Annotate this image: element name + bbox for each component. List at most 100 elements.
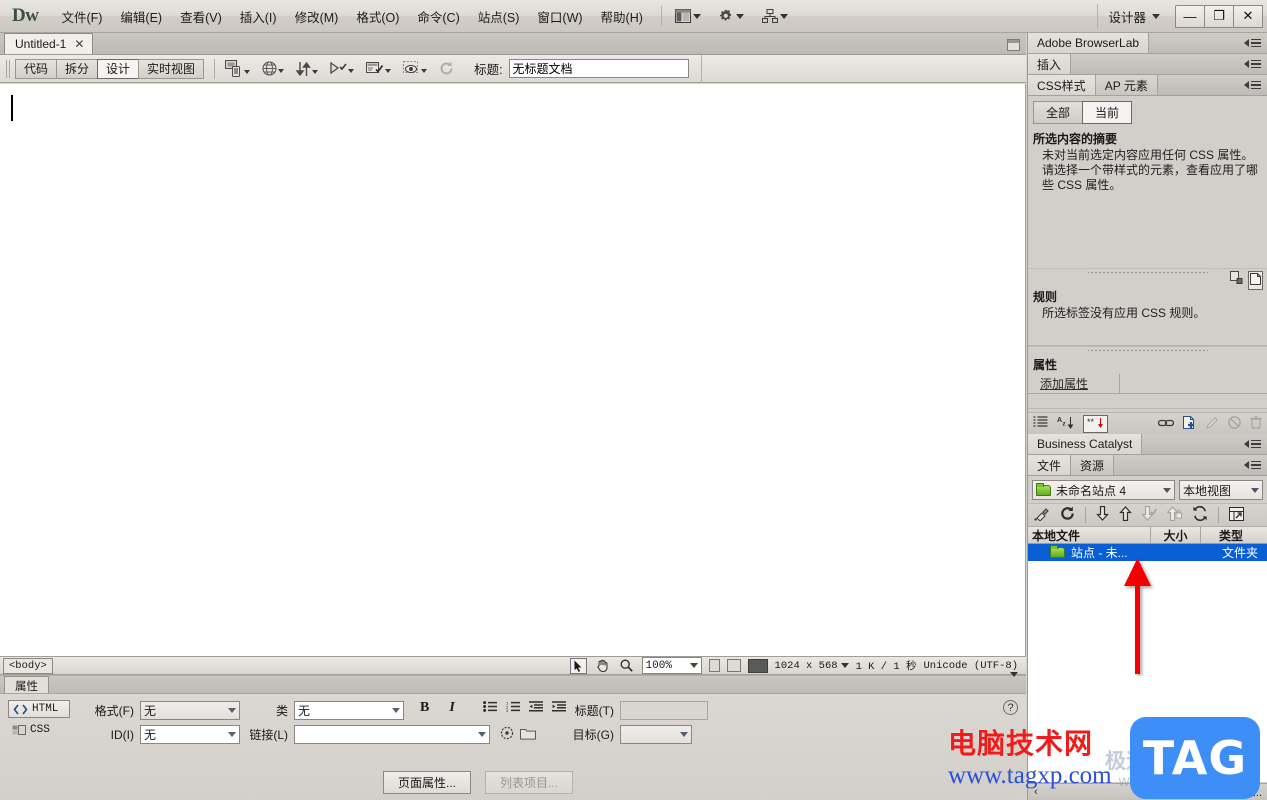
- connect-to-remote-button[interactable]: [1034, 507, 1050, 524]
- tab-business-catalyst[interactable]: Business Catalyst: [1028, 434, 1143, 454]
- attach-stylesheet-button[interactable]: [1157, 417, 1175, 431]
- visual-aids-button[interactable]: [403, 61, 428, 76]
- menu-format[interactable]: 格式(O): [347, 3, 408, 30]
- hand-tool-button[interactable]: [594, 658, 611, 674]
- column-size[interactable]: 大小: [1151, 527, 1201, 543]
- panel-splitter[interactable]: [1087, 347, 1208, 354]
- browserlab-panel-menu-button[interactable]: [1240, 33, 1267, 53]
- maximize-button[interactable]: ❐: [1204, 4, 1234, 28]
- set-properties-button[interactable]: **: [1083, 414, 1108, 433]
- get-files-button[interactable]: [1096, 505, 1109, 524]
- menu-commands[interactable]: 命令(C): [408, 3, 468, 30]
- cascade-windows-icon[interactable]: [1007, 39, 1020, 51]
- workspace-switcher[interactable]: 设计器: [1097, 4, 1170, 28]
- refresh-button[interactable]: [439, 61, 454, 76]
- minimize-button[interactable]: —: [1175, 4, 1205, 28]
- refresh-files-button[interactable]: [1060, 506, 1075, 524]
- extensions-button[interactable]: [719, 9, 744, 24]
- collapse-panel-button[interactable]: ‹: [1034, 786, 1038, 798]
- help-button[interactable]: ?: [1003, 700, 1018, 715]
- menu-modify[interactable]: 修改(M): [286, 3, 348, 30]
- business-catalyst-menu-button[interactable]: [1240, 434, 1267, 454]
- rule-about-icon[interactable]: [1230, 271, 1243, 290]
- add-property-link[interactable]: 添加属性: [1028, 374, 1120, 394]
- browse-folder-icon[interactable]: [520, 727, 536, 743]
- format-select[interactable]: 无: [140, 701, 240, 720]
- segment-current[interactable]: 当前: [1082, 101, 1133, 124]
- column-local-files[interactable]: 本地文件: [1028, 527, 1151, 543]
- panel-splitter[interactable]: [1087, 269, 1208, 276]
- files-panel-menu-button[interactable]: [1240, 455, 1267, 475]
- view-split-button[interactable]: 拆分: [56, 58, 99, 79]
- menu-edit[interactable]: 编辑(E): [111, 3, 171, 30]
- refresh-design-view-button[interactable]: [296, 61, 319, 77]
- page-properties-button[interactable]: 页面属性...: [383, 771, 472, 794]
- property-value-cell[interactable]: [1120, 374, 1267, 394]
- view-options-button[interactable]: [330, 61, 355, 76]
- outdent-button[interactable]: [528, 701, 543, 715]
- rule-new-icon[interactable]: [1248, 271, 1263, 290]
- window-size-value[interactable]: 1024 x 568: [775, 660, 838, 672]
- link-select[interactable]: [294, 725, 490, 744]
- desktop-size-button[interactable]: [747, 658, 768, 673]
- tab-insert[interactable]: 插入: [1028, 54, 1072, 74]
- tab-browserlab[interactable]: Adobe BrowserLab: [1028, 33, 1150, 53]
- menu-help[interactable]: 帮助(H): [592, 3, 652, 30]
- css-panel-menu-button[interactable]: [1240, 75, 1267, 95]
- tag-selector-body[interactable]: <body>: [3, 657, 53, 674]
- view-select[interactable]: 本地视图: [1179, 480, 1263, 500]
- view-design-button[interactable]: 设计: [97, 58, 140, 79]
- file-management-button[interactable]: [225, 60, 251, 77]
- tab-css-styles[interactable]: CSS样式: [1028, 75, 1096, 95]
- menu-window[interactable]: 窗口(W): [528, 3, 591, 30]
- zoom-level-select[interactable]: 100%: [641, 657, 702, 674]
- segment-all[interactable]: 全部: [1033, 101, 1084, 124]
- select-tool-button[interactable]: [569, 657, 587, 674]
- menu-file[interactable]: 文件(F): [52, 3, 111, 30]
- site-setup-button[interactable]: [761, 9, 788, 23]
- unordered-list-button[interactable]: [482, 701, 497, 715]
- tab-properties[interactable]: 属性: [4, 676, 49, 693]
- new-css-rule-button[interactable]: [1183, 415, 1197, 432]
- toolbar-grip[interactable]: [6, 59, 10, 78]
- tablet-size-button[interactable]: [726, 659, 741, 672]
- menu-site[interactable]: 站点(S): [469, 3, 529, 30]
- close-icon[interactable]: ✕: [74, 37, 84, 51]
- target-select[interactable]: [620, 725, 692, 744]
- panel-options-icon[interactable]: [1010, 672, 1018, 691]
- html-properties-button[interactable]: HTML: [8, 700, 70, 718]
- id-select[interactable]: 无: [140, 725, 240, 744]
- css-properties-button[interactable]: CSS: [8, 722, 70, 738]
- layout-switcher-button[interactable]: [674, 9, 701, 23]
- put-files-button[interactable]: [1119, 506, 1132, 524]
- tab-assets[interactable]: 资源: [1071, 455, 1115, 475]
- log-label[interactable]: 日志...: [1231, 784, 1262, 800]
- view-code-button[interactable]: 代码: [15, 58, 58, 79]
- italic-button[interactable]: I: [445, 700, 458, 716]
- tab-files[interactable]: 文件: [1028, 455, 1072, 475]
- files-list[interactable]: 站点 - 未... 文件夹: [1028, 544, 1267, 782]
- point-to-file-icon[interactable]: [500, 726, 514, 743]
- chevron-down-icon[interactable]: [840, 663, 849, 668]
- zoom-tool-button[interactable]: [618, 658, 635, 674]
- page-title-input[interactable]: [508, 59, 689, 78]
- close-button[interactable]: ✕: [1233, 4, 1263, 28]
- column-type[interactable]: 类型: [1201, 527, 1261, 543]
- insert-panel-menu-button[interactable]: [1240, 54, 1267, 74]
- menu-insert[interactable]: 插入(I): [231, 3, 286, 30]
- menu-view[interactable]: 查看(V): [171, 3, 231, 30]
- design-view-canvas[interactable]: [0, 84, 1026, 656]
- list-view-button[interactable]: A z: [1057, 416, 1074, 432]
- class-select[interactable]: 无: [294, 701, 404, 720]
- heading-input[interactable]: [620, 701, 708, 720]
- document-tab-untitled-1[interactable]: Untitled-1 ✕: [4, 33, 94, 54]
- view-live-button[interactable]: 实时视图: [138, 58, 205, 79]
- site-select[interactable]: 未命名站点 4: [1032, 480, 1175, 500]
- synchronize-button[interactable]: [1192, 505, 1208, 524]
- expand-panel-button[interactable]: [1229, 506, 1244, 524]
- ordered-list-button[interactable]: 1 2 3: [506, 701, 520, 715]
- category-view-button[interactable]: [1033, 416, 1048, 431]
- phone-size-button[interactable]: [708, 659, 720, 672]
- tab-ap-elements[interactable]: AP 元素: [1095, 75, 1158, 95]
- preview-in-browser-button[interactable]: [262, 61, 285, 76]
